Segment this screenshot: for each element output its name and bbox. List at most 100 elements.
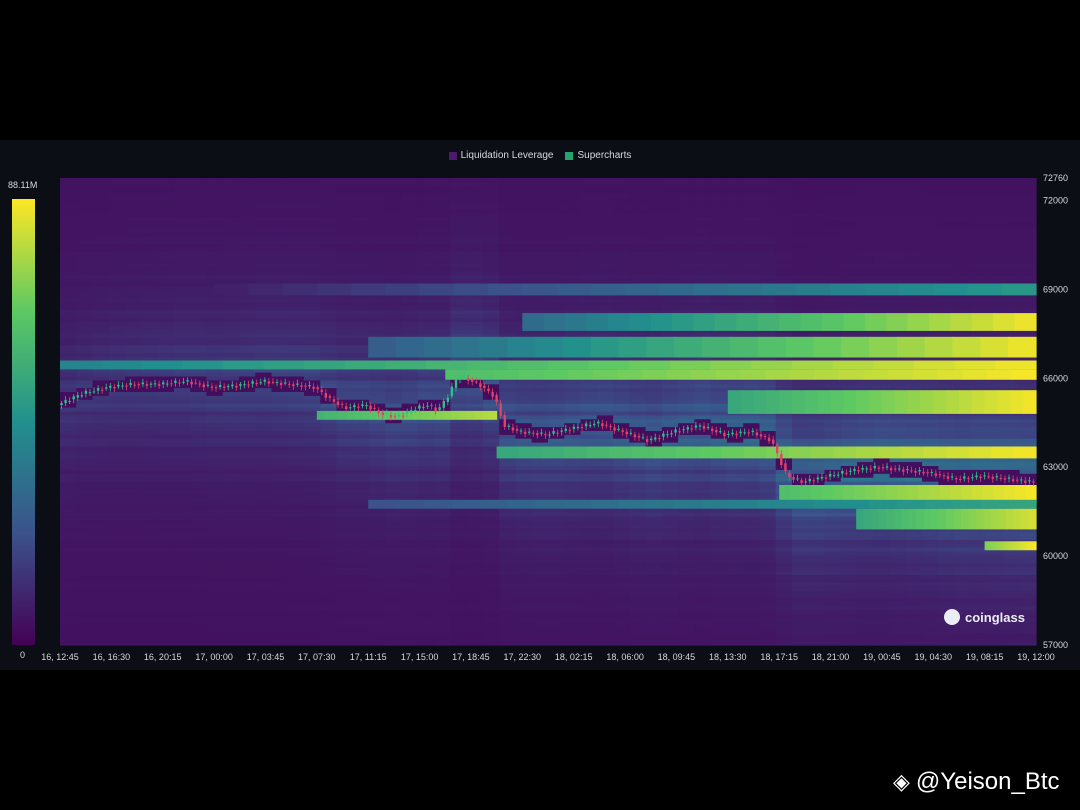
heatmap-cell	[645, 423, 663, 428]
heatmap-cell	[141, 193, 159, 199]
heatmap-cell	[401, 438, 419, 444]
heatmap-cell	[499, 298, 517, 304]
heatmap-cell	[710, 489, 728, 494]
heatmap-cell	[222, 438, 240, 444]
colorbar-max-label: 88.11M	[8, 180, 37, 190]
heatmap-cell	[108, 586, 126, 592]
heatmap-cell	[401, 485, 419, 490]
heatmap-cell	[304, 606, 321, 611]
heatmap-cell	[613, 469, 630, 475]
heatmap-cell	[320, 629, 338, 634]
heatmap-cell	[515, 216, 533, 222]
heatmap-cell	[580, 442, 598, 448]
heatmap-cell	[157, 512, 175, 518]
heatmap-cell	[710, 536, 728, 541]
heatmap-cell	[287, 606, 305, 611]
heatmap-cell	[157, 255, 175, 261]
heatmap-cell	[255, 590, 273, 595]
heatmap-cell	[287, 485, 305, 490]
heatmap-cell	[417, 539, 435, 545]
heatmap-cell	[190, 259, 207, 265]
heatmap-cell	[304, 508, 321, 514]
heatmap-cell	[206, 473, 224, 479]
heatmap-cell	[694, 228, 712, 234]
heatmap-cell	[450, 325, 468, 331]
heatmap-cell	[661, 516, 679, 522]
heatmap-cell	[173, 310, 191, 315]
heatmap-cell	[694, 613, 712, 619]
heatmap-cell	[304, 251, 321, 257]
heatmap-cell	[255, 641, 273, 646]
heatmap-cell	[60, 613, 77, 619]
heatmap-cell	[238, 477, 256, 483]
heatmap-cell	[157, 559, 175, 564]
heatmap-cell	[499, 493, 517, 498]
heatmap-cell	[173, 341, 191, 346]
heatmap-cell	[336, 349, 354, 354]
heatmap-cell	[352, 641, 370, 646]
heatmap-cell	[336, 458, 354, 463]
heatmap-cell	[125, 232, 142, 237]
heatmap-cell	[157, 228, 175, 234]
heatmap-cell	[401, 458, 419, 463]
heatmap-cell	[596, 598, 614, 603]
heatmap-cell	[271, 318, 289, 323]
heatmap-cell	[238, 504, 256, 510]
heatmap-cell	[499, 259, 517, 265]
heatmap-cell	[385, 329, 403, 335]
heatmap-cell	[255, 633, 273, 638]
heatmap-cell	[336, 590, 354, 595]
heatmap-cell	[401, 279, 419, 284]
heatmap-cell	[255, 419, 273, 424]
heatmap-cell	[466, 598, 484, 603]
heatmap-cell	[499, 442, 517, 448]
heatmap-cell	[76, 275, 94, 280]
heatmap-cell	[580, 485, 598, 490]
heatmap-cell	[548, 641, 565, 646]
heatmap-cell	[125, 388, 142, 393]
heatmap-cell	[499, 606, 517, 611]
heatmap-cell	[287, 353, 305, 358]
heatmap-cell	[108, 228, 126, 234]
heatmap-cell	[417, 427, 435, 432]
heatmap-cell	[515, 423, 533, 428]
liquidation-heatmap-chart[interactable]: 88.11M 0 7276072000690006600063000600005…	[0, 0, 1080, 810]
heatmap-cell	[336, 473, 354, 479]
heatmap-cell	[613, 586, 630, 592]
heatmap-cell	[125, 586, 142, 592]
heatmap-cell	[304, 399, 321, 405]
heatmap-cell	[271, 349, 289, 354]
heatmap-cell	[60, 446, 77, 451]
heatmap-cell	[76, 279, 94, 284]
heatmap-cell	[369, 216, 386, 222]
heatmap-cell	[401, 629, 419, 634]
heatmap-cell	[548, 263, 565, 269]
heatmap-cell	[190, 419, 207, 424]
heatmap-cell	[401, 427, 419, 432]
heatmap-cell	[710, 216, 728, 222]
heatmap-cell	[482, 329, 500, 335]
heatmap-cell	[401, 582, 419, 588]
heatmap-cell	[352, 524, 370, 529]
heatmap-cell	[385, 259, 403, 265]
heatmap-cell	[141, 602, 159, 607]
heatmap-cell	[515, 489, 533, 494]
heatmap-cell	[515, 567, 533, 572]
heatmap-cell	[92, 602, 110, 607]
heatmap-cell	[629, 512, 647, 518]
heatmap-cell	[434, 302, 451, 307]
heatmap-cell	[352, 512, 370, 518]
heatmap-cell	[255, 431, 273, 436]
heatmap-cell	[108, 582, 126, 588]
heatmap-cell	[304, 372, 321, 378]
heatmap-cell	[157, 571, 175, 576]
heatmap-cell	[499, 263, 517, 269]
heatmap-cell	[92, 586, 110, 592]
heatmap-cell	[645, 613, 663, 619]
heatmap-cell	[548, 209, 565, 214]
heatmap-cell	[564, 302, 582, 307]
heatmap-cell	[596, 267, 614, 272]
heatmap-cell	[271, 438, 289, 444]
heatmap-cell	[564, 473, 582, 479]
heatmap-cell	[320, 512, 338, 518]
